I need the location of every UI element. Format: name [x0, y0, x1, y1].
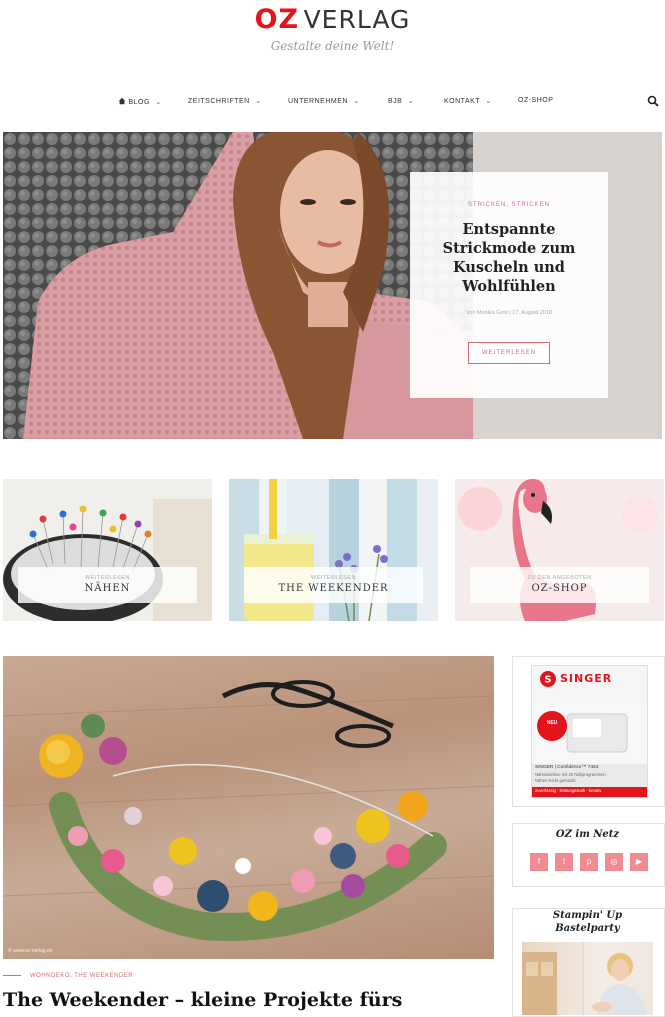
read-more-button[interactable]: WEITERLESEN: [468, 342, 550, 364]
site-logo[interactable]: OZ VERLAG: [0, 4, 665, 35]
logo-oz-text: OZ: [254, 4, 300, 35]
flower-wreath-image: [3, 680, 494, 941]
social-widget-title: OZ im Netz: [555, 829, 620, 840]
tile-title: OZ-SHOP: [531, 583, 588, 594]
tile-category: ZU DEN ANGEBOTEN: [527, 575, 592, 581]
site-tagline: Gestalte deine Welt!: [270, 39, 395, 53]
svg-text:S: S: [544, 675, 551, 686]
twitter-icon[interactable]: t: [555, 853, 573, 871]
ad-text-1: SINGER | Confidence™ 7463: [535, 765, 599, 770]
nav-item-label: BJB: [388, 98, 403, 105]
stampin-up-image[interactable]: [522, 942, 653, 1015]
tile-title: NÄHEN: [84, 583, 131, 594]
stampin-up-title-line1: Stampin' Up: [552, 910, 623, 921]
pinterest-icon[interactable]: p: [580, 853, 598, 871]
hero-teaser-card: STRICKEN, STRICKEN Entspannte Strickmode…: [410, 172, 608, 398]
article-category[interactable]: WOHNDEKO, THE WEEKENDER: [30, 973, 133, 979]
nav-item-unternehmen[interactable]: UNTERNEHMEN ⌄: [288, 97, 360, 105]
logo-verlag-text: VERLAG: [303, 5, 411, 34]
nav-item-oz-shop[interactable]: OZ-SHOP: [518, 97, 553, 104]
facebook-icon[interactable]: f: [530, 853, 548, 871]
chevron-down-icon: ⌄: [255, 98, 262, 105]
main-navigation: BLOG ⌄ ZEITSCHRIFTEN ⌄ UNTERNEHMEN ⌄ BJB…: [0, 97, 665, 115]
ad-footer: zuverlässig · leistungsstark · kreativ: [535, 788, 602, 793]
hero-title[interactable]: Entspannte Strickmode zum Kuscheln und W…: [420, 220, 598, 296]
nav-item-label: OZ-SHOP: [518, 97, 554, 104]
article-title[interactable]: The Weekender – kleine Projekte fürs: [3, 989, 402, 1011]
nav-item-kontakt[interactable]: KONTAKT ⌄: [444, 97, 492, 105]
nav-item-label: KONTAKT: [444, 98, 480, 105]
hero-meta: Von Monika Gold | 17. August 2018: [465, 310, 553, 316]
article-image[interactable]: [3, 656, 494, 959]
crafting-woman-image: [522, 942, 646, 1015]
tile-label[interactable]: WEITERLESEN THE WEEKENDER: [244, 567, 423, 603]
chevron-down-icon: ⌄: [155, 99, 162, 106]
image-credit: © www.oz-verlag.de: [8, 948, 53, 954]
nav-item-label: BLOG: [128, 99, 150, 106]
ad-text-3: Nähen leicht gemacht: [535, 778, 576, 783]
stampin-up-title-line2: Bastelparty: [555, 923, 620, 934]
nav-item-zeitschriften[interactable]: ZEITSCHRIFTEN ⌄: [188, 97, 262, 105]
tile-oz-shop[interactable]: ZU DEN ANGEBOTEN OZ-SHOP: [455, 479, 664, 621]
singer-s-icon: S: [540, 671, 556, 687]
tile-the-weekender[interactable]: WEITERLESEN THE WEEKENDER: [229, 479, 438, 621]
tile-label[interactable]: ZU DEN ANGEBOTEN OZ-SHOP: [470, 567, 649, 603]
tile-category: WEITERLESEN: [311, 575, 356, 581]
singer-logo: S SINGER: [530, 665, 644, 695]
nav-item-label: ZEITSCHRIFTEN: [188, 98, 250, 105]
chevron-down-icon: ⌄: [407, 98, 415, 105]
hero-category[interactable]: STRICKEN, STRICKEN: [410, 202, 608, 208]
youtube-icon[interactable]: ▶: [630, 853, 648, 871]
home-icon: [118, 97, 126, 105]
tile-category: WEITERLESEN: [85, 575, 130, 581]
stampin-up-title: Stampin' Up Bastelparty: [512, 909, 663, 935]
tile-naehen[interactable]: WEITERLESEN NÄHEN: [3, 479, 212, 621]
chevron-down-icon: ⌄: [353, 98, 360, 105]
nav-item-label: UNTERNEHMEN: [288, 98, 348, 105]
nav-item-bjb[interactable]: BJB ⌄: [388, 97, 414, 105]
nav-item-blog[interactable]: BLOG ⌄: [118, 97, 162, 106]
category-divider: [3, 975, 21, 976]
ad-text-2: Nähmaschine mit 30 Nähprogrammen: [535, 772, 606, 777]
instagram-icon[interactable]: ◎: [605, 853, 623, 871]
ad-badge: NEU: [546, 720, 558, 726]
ad-brand-text: SINGER: [560, 672, 613, 685]
chevron-down-icon: ⌄: [485, 98, 492, 105]
search-icon[interactable]: [647, 95, 659, 107]
tile-label[interactable]: WEITERLESEN NÄHEN: [18, 567, 197, 603]
tile-title: THE WEEKENDER: [278, 583, 389, 594]
